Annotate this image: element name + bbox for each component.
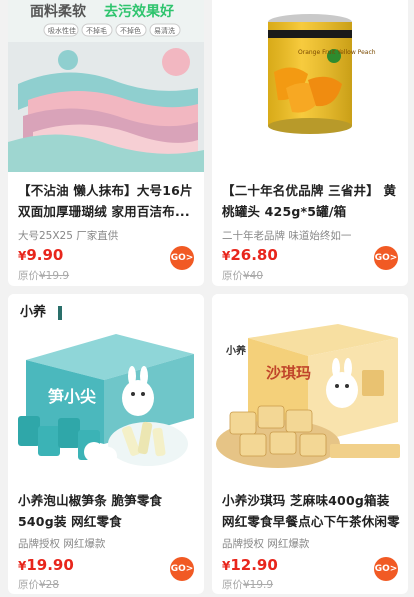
- product-card[interactable]: 面料柔软 去污效果好 吸水性佳 不掉毛 不掉色 易清洗 【不沾油 懒人抹布】大号…: [8, 0, 204, 286]
- product-card[interactable]: 小养 沙琪玛 小养沙琪玛 芝麻味400g箱装 网红零食早餐点心下午茶休闲零 品牌…: [212, 294, 408, 594]
- banner-right-text: 去污效果好: [104, 3, 174, 20]
- feature-chip: 不掉色: [120, 26, 141, 35]
- feature-chip: 吸水性佳: [48, 26, 76, 35]
- price-value: 26.80: [230, 246, 278, 264]
- product-price: ¥12.90: [222, 555, 278, 574]
- original-price-value: ¥40: [243, 270, 264, 282]
- peach-can-image: Orange Fruit Yellow Peach: [212, 0, 408, 172]
- go-button[interactable]: GO>: [374, 557, 398, 581]
- original-price-label: 原价: [18, 270, 39, 282]
- product-image[interactable]: Orange Fruit Yellow Peach: [212, 0, 408, 172]
- towel-image: 面料柔软 去污效果好 吸水性佳 不掉毛 不掉色 易清洗: [8, 0, 204, 172]
- original-price-label: 原价: [18, 579, 39, 591]
- feature-chip: 易清洗: [154, 26, 175, 35]
- price-value: 12.90: [230, 556, 278, 574]
- product-tag: 品牌授权 网红爆款: [18, 538, 106, 550]
- can-label-text: Orange Fruit Yellow Peach: [298, 49, 376, 56]
- sachima-box-image: 小养 沙琪玛: [212, 294, 408, 482]
- product-price: ¥9.90: [18, 245, 63, 264]
- product-image[interactable]: 面料柔软 去污效果好 吸水性佳 不掉毛 不掉色 易清洗: [8, 0, 204, 172]
- box-text: 沙琪玛: [266, 364, 311, 382]
- original-price: 原价¥40: [222, 268, 263, 283]
- box-text: 笋小尖: [48, 387, 96, 406]
- go-button[interactable]: GO>: [170, 246, 194, 270]
- product-tag: 二十年老品牌 味道始终如一: [222, 230, 352, 242]
- product-tag: 品牌授权 网红爆款: [222, 538, 310, 550]
- go-button[interactable]: GO>: [374, 246, 398, 270]
- product-card[interactable]: Orange Fruit Yellow Peach 【二十年名优品牌 三省井】 …: [212, 0, 408, 286]
- original-price: 原价¥19.9: [18, 268, 69, 283]
- original-price: 原价¥28: [18, 577, 59, 592]
- product-image[interactable]: 小养 笋小尖: [8, 294, 204, 482]
- product-card[interactable]: 小养 笋小尖 小养泡山椒笋条 脆笋零食 540g装 网红零食 品牌授权 网红爆款…: [8, 294, 204, 594]
- product-title[interactable]: 小养泡山椒笋条 脆笋零食 540g装 网红零食: [18, 490, 198, 532]
- feature-chip: 不掉毛: [86, 26, 107, 35]
- original-price-label: 原价: [222, 270, 243, 282]
- price-value: 19.90: [26, 556, 74, 574]
- product-title[interactable]: 【二十年名优品牌 三省井】 黄桃罐头 425g*5罐/箱: [222, 180, 402, 222]
- brand-logo: 小养: [225, 344, 247, 357]
- product-tag: 大号25X25 厂家直供: [18, 230, 119, 242]
- original-price-value: ¥19.9: [39, 270, 70, 282]
- original-price-value: ¥19.9: [243, 579, 274, 591]
- banner-left-text: 面料柔软: [30, 3, 87, 20]
- brand-logo: 小养: [20, 304, 47, 320]
- product-price: ¥26.80: [222, 245, 278, 264]
- product-image[interactable]: 小养 沙琪玛: [212, 294, 408, 482]
- original-price: 原价¥19.9: [222, 577, 273, 592]
- original-price-label: 原价: [222, 579, 243, 591]
- product-grid: 面料柔软 去污效果好 吸水性佳 不掉毛 不掉色 易清洗 【不沾油 懒人抹布】大号…: [0, 0, 414, 597]
- product-title[interactable]: 小养沙琪玛 芝麻味400g箱装 网红零食早餐点心下午茶休闲零食: [222, 490, 402, 532]
- price-value: 9.90: [26, 246, 64, 264]
- product-title[interactable]: 【不沾油 懒人抹布】大号16片双面加厚珊瑚绒 家用百洁布...: [18, 180, 198, 222]
- product-price: ¥19.90: [18, 555, 74, 574]
- original-price-value: ¥28: [39, 579, 60, 591]
- go-button[interactable]: GO>: [170, 557, 194, 581]
- bamboo-shoot-box-image: 小养 笋小尖: [8, 294, 204, 482]
